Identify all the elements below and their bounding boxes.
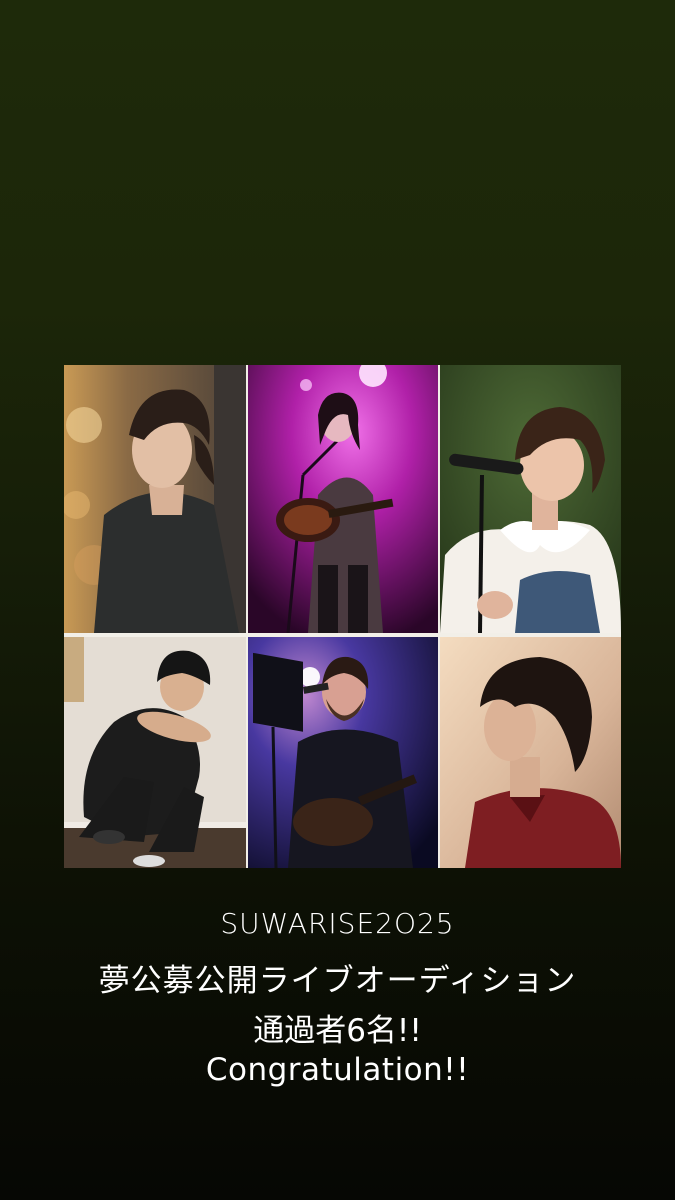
photo-singer-green bbox=[440, 365, 621, 633]
photo-woman-hoodie bbox=[64, 365, 246, 633]
caption-event-title: SUWARISE2O25 bbox=[220, 907, 455, 940]
caption-audition-name: 夢公募公開ライブオーディション bbox=[98, 963, 577, 999]
photo-dancer-beanie bbox=[64, 637, 246, 868]
photo-guitarist-blue bbox=[248, 637, 438, 868]
photo-grid bbox=[64, 365, 621, 868]
caption-congratulation: Congratulation!! bbox=[205, 1052, 470, 1088]
photo-guitarist-pink bbox=[248, 365, 438, 633]
photo-man-red-shirt bbox=[440, 637, 621, 868]
caption-passers-count: 通過者6名!! bbox=[253, 1013, 422, 1049]
